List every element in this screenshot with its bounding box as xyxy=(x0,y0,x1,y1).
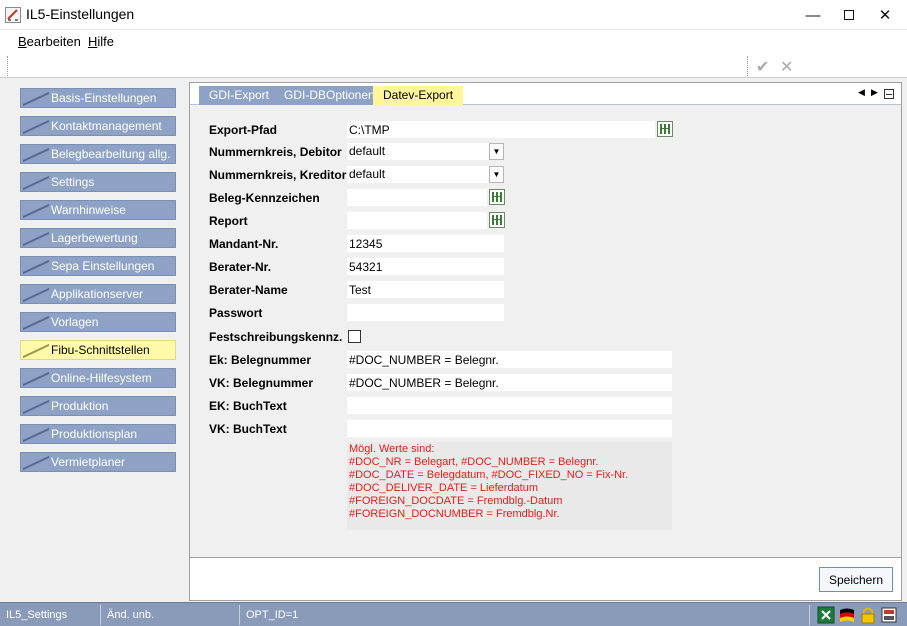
menu-label: ilfe xyxy=(97,34,115,49)
menu-label: earbeiten xyxy=(26,34,81,49)
sidebar-item-sepa-einstellungen[interactable]: Sepa Einstellungen xyxy=(20,256,176,276)
export-pfad-input[interactable] xyxy=(347,121,655,138)
passwort-input[interactable] xyxy=(347,304,504,321)
festschreibung-checkbox[interactable] xyxy=(348,330,361,343)
window-title: IL5-Einstellungen xyxy=(26,6,135,22)
placeholder-hint: Mögl. Werte sind: #DOC_NR = Belegart, #D… xyxy=(347,442,672,530)
hint-line: #DOC_DATE = Belegdatum, #DOC_FIXED_NO = … xyxy=(349,469,629,481)
vk-buchtext-input[interactable] xyxy=(347,420,672,437)
settings-panel: GDI-Export GDI-DBOptionen Datev-Export ◀… xyxy=(189,82,902,558)
label-report: Report xyxy=(209,214,248,228)
label-berater-name: Berater-Name xyxy=(209,283,288,297)
sidebar-item-applikationserver[interactable]: Applikationserver xyxy=(20,284,176,304)
sidebar-item-online-hilfesystem[interactable]: Online-Hilfesystem xyxy=(20,368,176,388)
excel-icon[interactable] xyxy=(817,606,835,624)
tab-scroll-left-icon[interactable]: ◀ xyxy=(858,87,865,98)
tab-datev-export[interactable]: Datev-Export xyxy=(373,86,464,105)
lock-icon[interactable] xyxy=(859,606,877,624)
maximize-icon xyxy=(844,10,854,20)
hint-line: #FOREIGN_DOCNUMBER = Fremdblg.Nr. xyxy=(349,508,560,520)
toolbar-grip[interactable] xyxy=(747,56,749,76)
maximize-button[interactable] xyxy=(832,0,866,30)
label-vk-buchtext: VK: BuchText xyxy=(209,422,287,436)
app-icon xyxy=(5,7,21,23)
tab-scroll-right-icon[interactable]: ▶ xyxy=(871,87,878,98)
status-option-id: OPT_ID=1 xyxy=(240,605,810,625)
label-festschreibung: Festschreibungskennz. xyxy=(209,330,343,344)
sidebar-item-vermietplaner[interactable]: Vermietplaner xyxy=(20,452,176,472)
sidebar-item-produktionsplan[interactable]: Produktionsplan xyxy=(20,424,176,444)
print-icon[interactable] xyxy=(880,606,898,624)
ek-belegnummer-input[interactable] xyxy=(347,351,672,368)
sidebar-item-belegbearbeitung[interactable]: Belegbearbeitung allg. xyxy=(20,144,176,164)
save-button[interactable]: Speichern xyxy=(819,567,893,592)
button-area: Speichern xyxy=(189,558,902,601)
minimize-button[interactable]: — xyxy=(796,0,830,30)
sidebar-item-warnhinweise[interactable]: Warnhinweise xyxy=(20,200,176,220)
tab-strip: GDI-Export GDI-DBOptionen Datev-Export ◀… xyxy=(190,83,901,105)
sidebar-item-produktion[interactable]: Produktion xyxy=(20,396,176,416)
chevron-down-icon[interactable]: ▼ xyxy=(489,166,504,183)
report-input[interactable] xyxy=(347,212,487,229)
label-nk-kreditor: Nummernkreis, Kreditor xyxy=(209,168,347,182)
label-nk-debitor: Nummernkreis, Debitor xyxy=(209,145,342,159)
menu-hilfe[interactable]: Hilfe xyxy=(88,34,114,49)
sidebar-item-fibu-schnittstellen[interactable]: Fibu-Schnittstellen xyxy=(20,340,176,360)
label-ek-belegnummer: Ek: Belegnummer xyxy=(209,353,312,367)
browse-file-icon[interactable] xyxy=(489,189,505,205)
menu-bearbeiten[interactable]: Bearbeiten xyxy=(18,34,81,49)
label-export-pfad: Export-Pfad xyxy=(209,123,278,137)
nk-kreditor-select[interactable]: default xyxy=(347,166,489,183)
status-changes: Änd. unb. xyxy=(101,605,240,625)
hint-line: #DOC_DELIVER_DATE = Lieferdatum xyxy=(349,482,539,494)
close-button[interactable]: ✕ xyxy=(868,0,902,30)
tab-gdi-export[interactable]: GDI-Export xyxy=(199,86,280,105)
sidebar-item-lagerbewertung[interactable]: Lagerbewertung xyxy=(20,228,176,248)
browse-file-icon[interactable] xyxy=(489,212,505,228)
label-berater-nr: Berater-Nr. xyxy=(209,260,272,274)
menu-accel: B xyxy=(18,34,27,49)
sidebar: Basis-Einstellungen Kontaktmanagement Be… xyxy=(0,78,188,601)
chevron-down-icon[interactable]: ▼ xyxy=(489,143,504,160)
x-icon[interactable]: ✕ xyxy=(780,57,793,77)
label-beleg-kennzeichen: Beleg-Kennzeichen xyxy=(209,191,320,205)
hint-line: #FOREIGN_DOCDATE = Fremdblg.-Datum xyxy=(349,495,563,507)
browse-folder-icon[interactable] xyxy=(657,121,673,137)
berater-name-input[interactable] xyxy=(347,281,504,298)
toolbar-grip[interactable] xyxy=(7,56,9,76)
ek-buchtext-input[interactable] xyxy=(347,397,672,414)
label-passwort: Passwort xyxy=(209,306,263,320)
berater-nr-input[interactable] xyxy=(347,258,504,275)
label-ek-buchtext: EK: BuchText xyxy=(209,399,287,413)
minimize-icon: — xyxy=(805,6,821,24)
beleg-kennzeichen-input[interactable] xyxy=(347,189,487,206)
title-bar: IL5-Einstellungen — ✕ xyxy=(0,0,907,30)
vk-belegnummer-input[interactable] xyxy=(347,374,672,391)
status-module: IL5_Settings xyxy=(0,605,101,625)
status-bar: IL5_Settings Änd. unb. OPT_ID=1 xyxy=(0,602,907,626)
sidebar-item-settings[interactable]: Settings xyxy=(20,172,176,192)
hint-line: Mögl. Werte sind: xyxy=(349,443,435,455)
sidebar-item-vorlagen[interactable]: Vorlagen xyxy=(20,312,176,332)
check-icon[interactable]: ✔ xyxy=(756,57,769,77)
mandant-nr-input[interactable] xyxy=(347,235,504,252)
toolbar: ✔ ✕ xyxy=(0,54,907,78)
label-mandant-nr: Mandant-Nr. xyxy=(209,237,279,251)
menu-accel: H xyxy=(88,34,98,49)
close-icon: ✕ xyxy=(878,7,892,24)
nk-debitor-select[interactable]: default xyxy=(347,143,489,160)
menu-bar: Bearbeiten Hilfe xyxy=(0,30,907,54)
label-vk-belegnummer: VK: Belegnummer xyxy=(209,376,314,390)
hint-line: #DOC_NR = Belegart, #DOC_NUMBER = Belegn… xyxy=(349,456,599,468)
sidebar-item-basis-einstellungen[interactable]: Basis-Einstellungen xyxy=(20,88,176,108)
tab-close-icon[interactable] xyxy=(884,89,894,99)
sidebar-item-kontaktmanagement[interactable]: Kontaktmanagement xyxy=(20,116,176,136)
tab-gdi-dboptionen[interactable]: GDI-DBOptionen xyxy=(274,86,385,105)
german-flag-icon[interactable] xyxy=(838,606,856,624)
